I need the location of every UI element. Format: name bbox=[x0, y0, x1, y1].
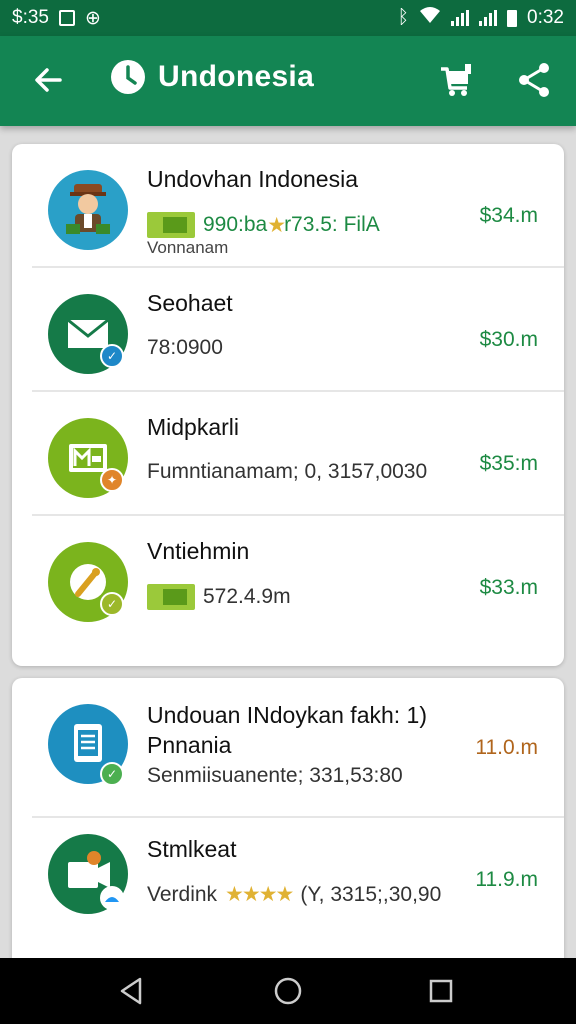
clock-icon bbox=[111, 60, 145, 94]
item-title: Undovhan Indonesia bbox=[147, 166, 358, 192]
item-price: $35:m bbox=[479, 452, 538, 475]
signal-icon bbox=[451, 10, 470, 26]
star-icon: ★ bbox=[267, 213, 286, 237]
status-time-left: $:35 bbox=[12, 7, 49, 28]
share-button[interactable] bbox=[514, 60, 554, 100]
item-subtitle-prefix: Verdink bbox=[147, 882, 218, 906]
item-subtitle-prefix: 990:ba bbox=[203, 213, 268, 236]
list-item[interactable]: ✓ Vntiehmin 572.4.9m $33.m bbox=[32, 516, 564, 640]
item-subtitle: 572.4.9m bbox=[147, 584, 291, 610]
person-icon bbox=[66, 184, 110, 234]
list-item[interactable]: ✓ Seohaet 78:0900 $30.m bbox=[32, 268, 564, 392]
status-badge-icon: ✦ bbox=[100, 468, 124, 492]
system-nav-bar bbox=[0, 958, 576, 1024]
item-subtitle: 990:ba ★ r73.5: FilA bbox=[147, 212, 380, 238]
list-item[interactable]: Undovhan Indonesia 990:ba ★ r73.5: FilA Vo… bbox=[32, 144, 564, 268]
nav-recents-button[interactable] bbox=[424, 974, 458, 1008]
item-title-line2: Pnnania bbox=[147, 732, 232, 758]
item-price: $30.m bbox=[479, 328, 538, 351]
item-title: Undouan INdoykan fakh: 1) bbox=[147, 702, 428, 728]
results-card-2: ✓ Undouan INdoykan fakh: 1) Pnnania Senm… bbox=[12, 678, 564, 968]
status-bar-left: $:35 ⊕ bbox=[12, 7, 101, 30]
status-time-right: 0:32 bbox=[527, 7, 564, 28]
bluetooth-icon: ᛒ bbox=[397, 7, 410, 28]
signal-icon-2 bbox=[479, 10, 498, 26]
results-card-1: Undovhan Indonesia 990:ba ★ r73.5: FilA Vo… bbox=[12, 144, 564, 666]
cart-button[interactable] bbox=[436, 60, 476, 100]
item-subtitle: Senmiisuanente; 331,53:80 bbox=[147, 764, 403, 787]
nav-back-button[interactable] bbox=[114, 974, 148, 1008]
item-title: Midpkarli bbox=[147, 414, 240, 440]
badge-icon bbox=[100, 886, 124, 910]
app-title-group: Undonesia bbox=[110, 59, 314, 95]
item-price: $34.m bbox=[479, 204, 538, 227]
app-notification-icon: ⊕ bbox=[84, 7, 101, 29]
tag-icon bbox=[147, 584, 195, 610]
item-price: $33.m bbox=[479, 576, 538, 599]
back-button[interactable] bbox=[28, 60, 68, 100]
app-bar: Undonesia bbox=[0, 36, 576, 126]
triangle-back-icon bbox=[120, 977, 142, 1005]
item-title: Seohaet bbox=[147, 290, 233, 316]
nav-home-button[interactable] bbox=[271, 974, 305, 1008]
item-subtitle: Fumntianamam; 0, 3157,0030 bbox=[147, 460, 428, 483]
page-title: Undonesia bbox=[158, 60, 315, 93]
item-price: 11.9.m bbox=[475, 868, 538, 891]
battery-icon bbox=[507, 9, 518, 27]
notification-icon bbox=[58, 10, 75, 26]
item-price: 11.0.m bbox=[475, 736, 538, 759]
check-badge-icon: ✓ bbox=[100, 344, 124, 368]
cart-icon bbox=[441, 64, 471, 96]
item-meta: Vonnanam bbox=[147, 238, 229, 257]
item-title: Stmlkeat bbox=[147, 836, 237, 862]
back-arrow-icon bbox=[35, 68, 62, 92]
share-icon bbox=[519, 63, 549, 97]
list-item[interactable]: ✦ Midpkarli Fumntianamam; 0, 3157,0030 $… bbox=[32, 392, 564, 516]
list-item[interactable]: Stmlkeat Verdink ★★★★ (Y, 3315;,30,90 11.9… bbox=[32, 818, 564, 942]
item-title: Vntiehmin bbox=[147, 538, 250, 564]
circle-home-icon bbox=[274, 977, 302, 1005]
wifi-icon bbox=[419, 6, 441, 30]
item-subtitle-rest: (Y, 3315;,30,90 bbox=[300, 882, 442, 906]
check-badge-icon: ✓ bbox=[100, 762, 124, 786]
item-subtitle: Verdink ★★★★ (Y, 3315;,30,90 bbox=[147, 882, 441, 907]
status-bar-right: ᛒ 0:32 bbox=[398, 6, 564, 30]
status-bar: $:35 ⊕ ᛒ 0:32 bbox=[0, 0, 576, 36]
item-subtitle: 78:0900 bbox=[147, 336, 223, 359]
check-badge-icon: ✓ bbox=[100, 592, 124, 616]
item-subtitle-rest: r73.5: FilA bbox=[284, 213, 380, 236]
tag-icon bbox=[147, 212, 195, 238]
list-item[interactable]: ✓ Undouan INdoykan fakh: 1) Pnnania Senm… bbox=[32, 678, 564, 818]
item-subtitle-text: 572.4.9m bbox=[203, 585, 291, 608]
star-rating-icon: ★★★★ bbox=[225, 883, 294, 906]
square-recents-icon bbox=[429, 979, 453, 1003]
avatar bbox=[48, 170, 128, 250]
